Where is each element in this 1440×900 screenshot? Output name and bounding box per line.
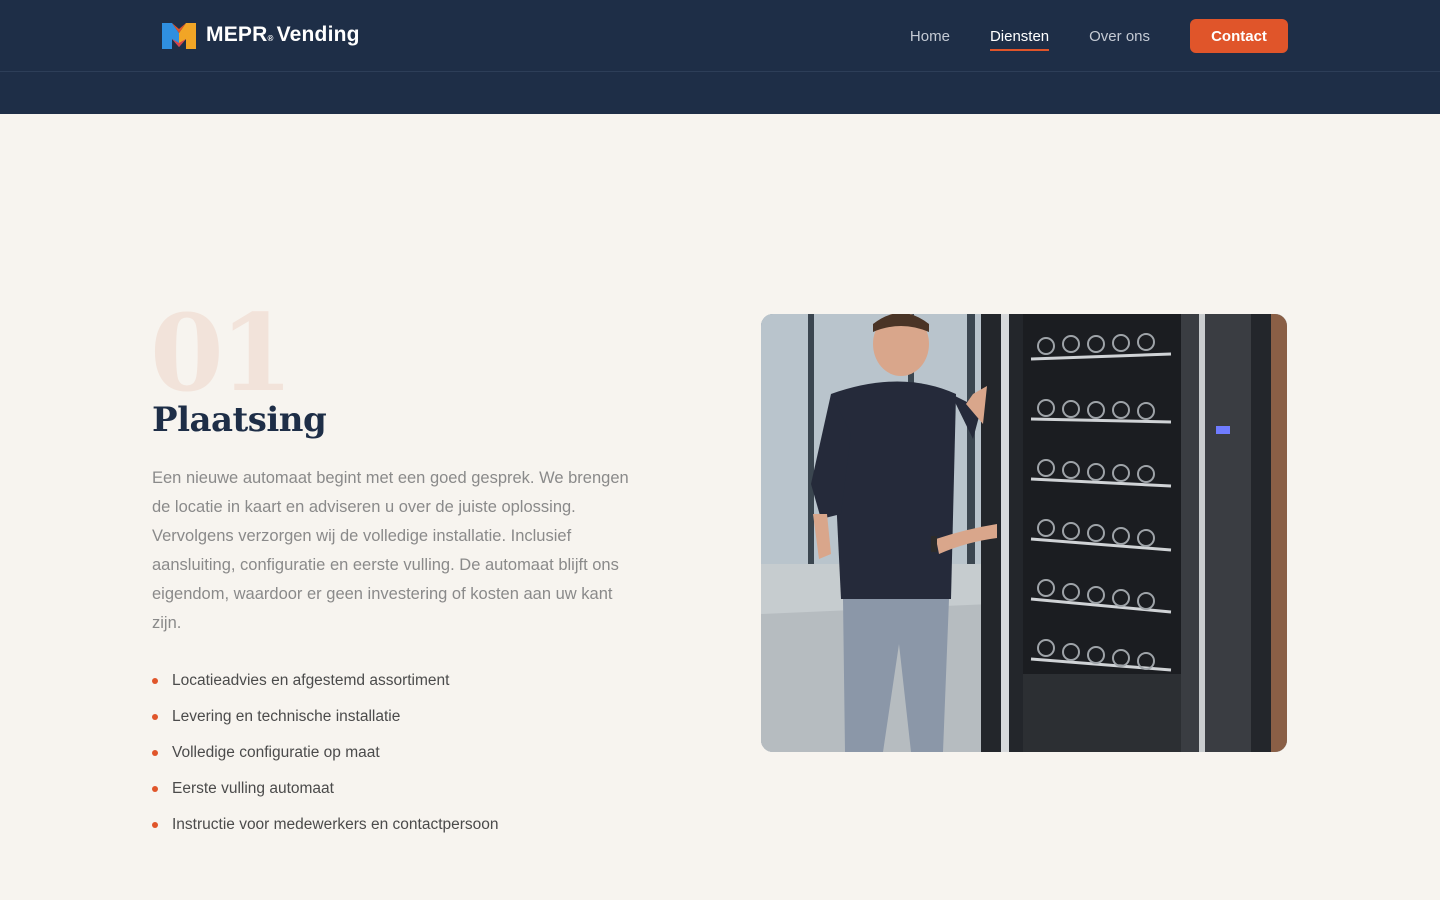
header-divider	[0, 71, 1440, 72]
bullet-icon	[152, 714, 158, 720]
nav-over-ons[interactable]: Over ons	[1089, 21, 1150, 51]
feature-label: Levering en technische installatie	[172, 708, 401, 725]
bullet-icon	[152, 822, 158, 828]
feature-item: Instructie voor medewerkers en contactpe…	[152, 812, 499, 848]
section-description: Een nieuwe automaat begint met een goed …	[152, 469, 629, 632]
bullet-icon	[152, 750, 158, 756]
section-number: 01	[150, 290, 294, 415]
main-nav: Home Diensten Over ons Contact	[910, 19, 1288, 53]
bullet-icon	[152, 678, 158, 684]
feature-item: Eerste vulling automaat	[152, 776, 499, 812]
feature-item: Locatieadvies en afgestemd assortiment	[152, 668, 499, 704]
feature-item: Levering en technische installatie	[152, 704, 499, 740]
feature-list: Locatieadvies en afgestemd assortiment L…	[152, 668, 499, 848]
bullet-icon	[152, 786, 158, 792]
feature-label: Locatieadvies en afgestemd assortiment	[172, 672, 450, 689]
feature-label: Instructie voor medewerkers en contactpe…	[172, 816, 499, 833]
photo-illustration	[761, 314, 1287, 752]
feature-item: Volledige configuratie op maat	[152, 740, 499, 776]
section-title: Plaatsing	[152, 400, 327, 440]
logo-text: MEPR® Vending	[206, 23, 360, 46]
nav-diensten[interactable]: Diensten	[989, 21, 1050, 51]
feature-label: Eerste vulling automaat	[172, 780, 334, 797]
site-header: MEPR® Vending Home Diensten Over ons Cont…	[0, 0, 1440, 114]
contact-button[interactable]: Contact	[1190, 19, 1288, 53]
logo[interactable]: MEPR® Vending	[160, 19, 360, 51]
feature-label: Volledige configuratie op maat	[172, 744, 380, 761]
nav-home[interactable]: Home	[910, 21, 950, 51]
vending-machine-photo	[761, 314, 1287, 752]
logo-icon	[162, 23, 196, 49]
